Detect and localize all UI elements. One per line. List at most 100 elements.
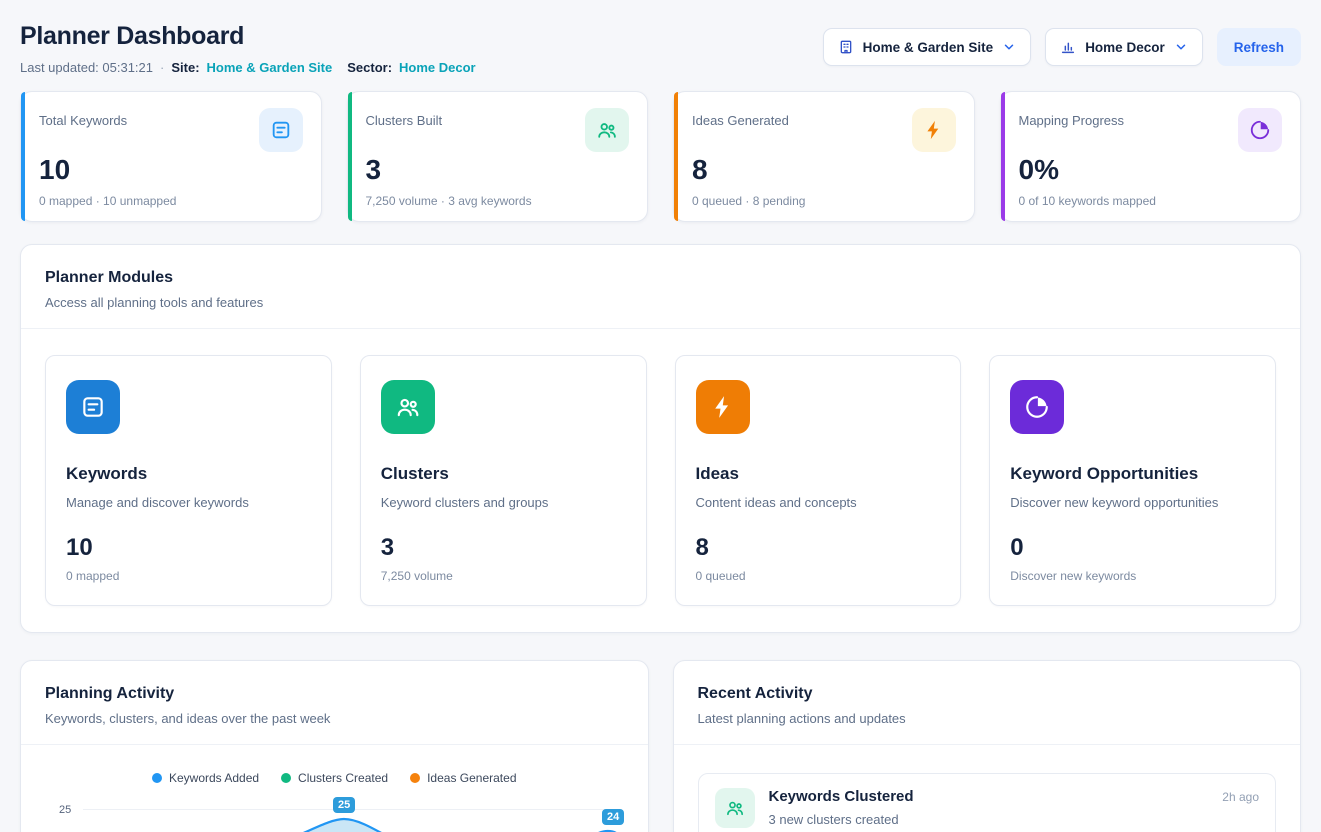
module-value: 8 — [696, 534, 941, 562]
clusters-icon — [585, 108, 629, 152]
stat-value: 10 — [39, 154, 303, 186]
chevron-down-icon — [1002, 40, 1016, 54]
bottom-row: Planning Activity Keywords, clusters, an… — [20, 660, 1301, 832]
module-description: Discover new keyword opportunities — [1010, 495, 1255, 510]
header: Planner Dashboard Last updated: 05:31:21… — [0, 0, 1321, 89]
panel-subtitle: Access all planning tools and features — [45, 295, 1276, 310]
stat-label: Total Keywords — [39, 108, 127, 128]
activity-timestamp: 2h ago — [1222, 790, 1259, 804]
bar-chart-icon — [1060, 39, 1076, 55]
data-point-label: 25 — [333, 797, 355, 813]
lightning-icon — [696, 380, 750, 434]
chevron-down-icon — [1174, 40, 1188, 54]
clusters-icon — [381, 380, 435, 434]
legend-dot-icon — [152, 773, 162, 783]
module-detail: 7,250 volume — [381, 569, 626, 583]
legend-item-keywords-added: Keywords Added — [152, 771, 259, 785]
stat-card-mapping-progress: Mapping Progress 0% 0 of 10 keywords map… — [1000, 91, 1302, 222]
legend-item-ideas-generated: Ideas Generated — [410, 771, 516, 785]
sector-label: Sector: — [347, 60, 392, 75]
legend-item-clusters-created: Clusters Created — [281, 771, 388, 785]
sector-selector-dropdown[interactable]: Home Decor — [1045, 28, 1203, 66]
header-controls: Home & Garden Site Home Decor Refresh — [823, 22, 1301, 66]
meta-separator: · — [160, 60, 164, 75]
planner-dashboard-page: Planner Dashboard Last updated: 05:31:21… — [0, 0, 1321, 832]
module-description: Manage and discover keywords — [66, 495, 311, 510]
module-detail: Discover new keywords — [1010, 569, 1255, 583]
stat-value: 3 — [366, 154, 630, 186]
lightning-icon — [912, 108, 956, 152]
stat-card-clusters-built: Clusters Built 3 7,250 volume · 3 avg ke… — [347, 91, 649, 222]
module-detail: 0 queued — [696, 569, 941, 583]
module-card-clusters[interactable]: Clusters Keyword clusters and groups 3 7… — [360, 355, 647, 606]
pie-chart-icon — [1010, 380, 1064, 434]
panel-title: Recent Activity — [698, 685, 1277, 703]
legend-dot-icon — [281, 773, 291, 783]
header-meta: Last updated: 05:31:21 · Site: Home & Ga… — [20, 60, 476, 75]
stat-label: Clusters Built — [366, 108, 443, 128]
divider — [674, 744, 1301, 745]
stat-detail: 0 of 10 keywords mapped — [1019, 194, 1283, 208]
module-title: Ideas — [696, 464, 941, 484]
legend-label: Keywords Added — [169, 771, 259, 785]
legend-label: Ideas Generated — [427, 771, 516, 785]
stat-detail: 7,250 volume · 3 avg keywords — [366, 194, 630, 208]
divider — [21, 744, 648, 745]
module-title: Keywords — [66, 464, 311, 484]
module-card-ideas[interactable]: Ideas Content ideas and concepts 8 0 que… — [675, 355, 962, 606]
area-chart: 25 25 24 — [45, 793, 624, 832]
panel-subtitle: Keywords, clusters, and ideas over the p… — [45, 711, 624, 726]
activity-title: Keywords Clustered — [769, 788, 914, 805]
module-value: 3 — [381, 534, 626, 562]
divider — [21, 328, 1300, 329]
keywords-icon — [259, 108, 303, 152]
module-card-keyword-opportunities[interactable]: Keyword Opportunities Discover new keywo… — [989, 355, 1276, 606]
y-axis-tick: 25 — [59, 804, 71, 816]
sector-selector-value: Home Decor — [1085, 40, 1165, 55]
module-detail: 0 mapped — [66, 569, 311, 583]
stat-detail: 0 queued · 8 pending — [692, 194, 956, 208]
panel-subtitle: Latest planning actions and updates — [698, 711, 1277, 726]
chart-legend: Keywords Added Clusters Created Ideas Ge… — [45, 771, 624, 785]
stat-card-ideas-generated: Ideas Generated 8 0 queued · 8 pending — [673, 91, 975, 222]
module-value: 0 — [1010, 534, 1255, 562]
module-title: Keyword Opportunities — [1010, 464, 1255, 484]
module-description: Keyword clusters and groups — [381, 495, 626, 510]
stat-detail: 0 mapped · 10 unmapped — [39, 194, 303, 208]
keywords-icon — [66, 380, 120, 434]
refresh-button[interactable]: Refresh — [1217, 28, 1301, 66]
last-updated-text: Last updated: 05:31:21 — [20, 60, 153, 75]
stat-label: Ideas Generated — [692, 108, 789, 128]
legend-dot-icon — [410, 773, 420, 783]
page-title: Planner Dashboard — [20, 22, 476, 51]
activity-item: Keywords Clustered 2h ago 3 new clusters… — [698, 773, 1277, 832]
panel-title: Planning Activity — [45, 685, 624, 703]
stat-card-total-keywords: Total Keywords 10 0 mapped · 10 unmapped — [20, 91, 322, 222]
stats-row: Total Keywords 10 0 mapped · 10 unmapped… — [20, 91, 1301, 222]
stat-label: Mapping Progress — [1019, 108, 1125, 128]
building-icon — [838, 39, 854, 55]
legend-label: Clusters Created — [298, 771, 388, 785]
panel-title: Planner Modules — [45, 269, 1276, 287]
sector-link[interactable]: Home Decor — [399, 60, 476, 75]
modules-grid: Keywords Manage and discover keywords 10… — [45, 355, 1276, 606]
module-value: 10 — [66, 534, 311, 562]
stat-value: 8 — [692, 154, 956, 186]
site-link[interactable]: Home & Garden Site — [207, 60, 333, 75]
planning-activity-card: Planning Activity Keywords, clusters, an… — [20, 660, 649, 832]
stat-value: 0% — [1019, 154, 1283, 186]
header-titles: Planner Dashboard Last updated: 05:31:21… — [20, 22, 476, 75]
activity-description: 3 new clusters created — [769, 812, 1260, 827]
planner-modules-panel: Planner Modules Access all planning tool… — [20, 244, 1301, 633]
site-label: Site: — [171, 60, 199, 75]
site-selector-value: Home & Garden Site — [863, 40, 994, 55]
activity-body: Keywords Clustered 2h ago 3 new clusters… — [769, 788, 1260, 827]
recent-activity-card: Recent Activity Latest planning actions … — [673, 660, 1302, 832]
site-selector-dropdown[interactable]: Home & Garden Site — [823, 28, 1032, 66]
module-title: Clusters — [381, 464, 626, 484]
pie-chart-icon — [1238, 108, 1282, 152]
module-description: Content ideas and concepts — [696, 495, 941, 510]
module-card-keywords[interactable]: Keywords Manage and discover keywords 10… — [45, 355, 332, 606]
clusters-icon — [715, 788, 755, 828]
data-point-label: 24 — [602, 809, 624, 825]
